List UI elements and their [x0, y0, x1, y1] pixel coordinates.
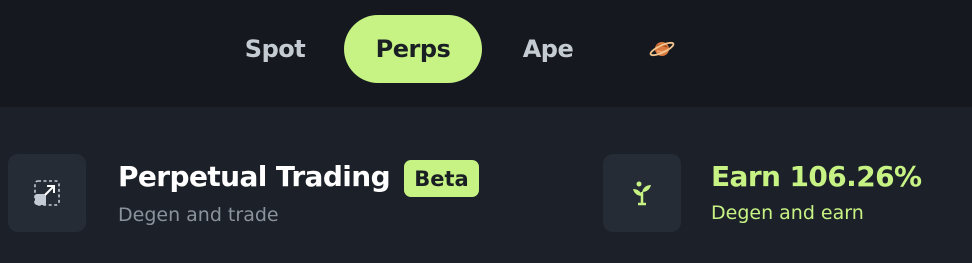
- perpetual-trading-title[interactable]: Perpetual Trading: [118, 160, 391, 193]
- beta-badge: Beta: [404, 160, 479, 197]
- plant-icon: [633, 181, 651, 206]
- earn-title[interactable]: Earn 106.26%: [711, 160, 922, 193]
- perpetual-trading-subtitle: Degen and trade: [118, 204, 279, 226]
- expand-arrows-icon: [34, 180, 60, 206]
- earn-subtitle: Degen and earn: [711, 202, 864, 224]
- top-navigation: Spot Perps Ape: [0, 0, 972, 107]
- tab-spot[interactable]: Spot: [230, 15, 320, 83]
- earn-icon-box[interactable]: [603, 154, 681, 232]
- perpetual-trading-icon-box[interactable]: [8, 154, 86, 232]
- tab-ape[interactable]: Ape: [505, 15, 591, 83]
- planet-icon[interactable]: [640, 15, 684, 83]
- tab-perps[interactable]: Perps: [344, 15, 482, 83]
